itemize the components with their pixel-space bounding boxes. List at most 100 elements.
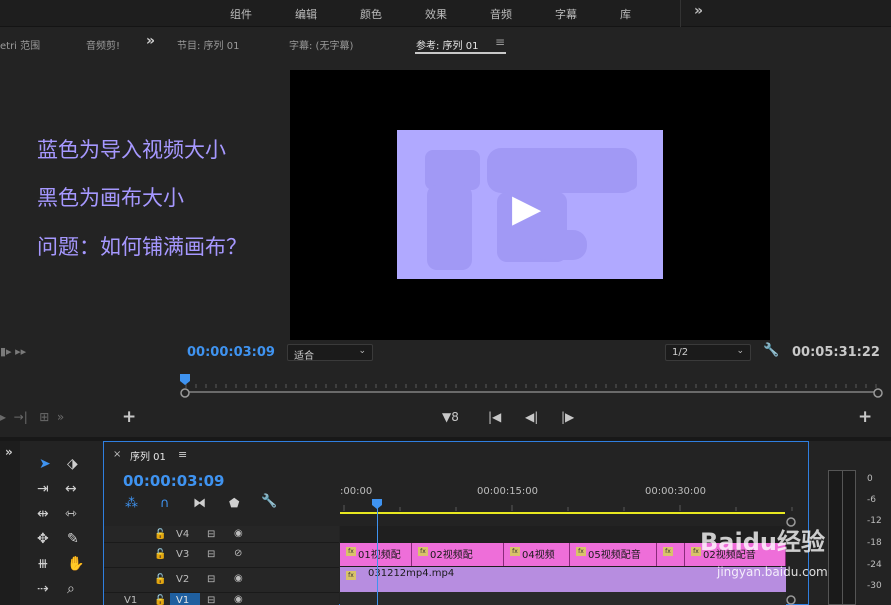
meter-label-0: 0: [867, 474, 873, 484]
meter-label-18: -18: [867, 538, 882, 548]
timeline-playhead[interactable]: [377, 507, 378, 605]
track-divider: [104, 567, 339, 568]
clip-v3-02[interactable]: fx 02视频配: [412, 543, 504, 566]
meter-label-6: -6: [867, 495, 876, 505]
note-blue-import-size: 蓝色为导入视频大小: [37, 138, 226, 162]
note-black-canvas-size: 黑色为画布大小: [37, 186, 184, 210]
chevron-down-icon: ⌄: [358, 346, 366, 356]
eye-icon[interactable]: ◉: [234, 594, 243, 605]
chevron-down-icon: ⌄: [736, 346, 744, 356]
workspace-effects[interactable]: 效果: [425, 6, 447, 22]
rate-stretch-tool-icon[interactable]: ↔: [65, 481, 77, 497]
tools-panel: ➤ ⬗ ⇥ ↔ ⇹ ⇿ ✥ ✎ ⧻ ✋ ⇢ ⌕: [22, 443, 102, 605]
watermark-url: jingyan.baidu.com: [717, 565, 828, 579]
track-name-v4[interactable]: V4: [176, 529, 189, 540]
ruler-label-15: 00:00:15:00: [477, 486, 539, 497]
sync-lock-icon[interactable]: ⊟: [207, 529, 215, 540]
track-headers: [104, 526, 339, 605]
tab-overflow-button[interactable]: »: [146, 33, 155, 49]
selection-tool-icon[interactable]: ➤: [39, 456, 51, 472]
ruler-label-0: :00:00: [340, 486, 373, 497]
track-v1-empty[interactable]: [340, 592, 786, 605]
ripple-edit-tool-icon[interactable]: ⇥: [37, 481, 49, 497]
workspace-libraries[interactable]: 库: [620, 6, 631, 22]
clip-v3-short[interactable]: fx: [657, 543, 685, 566]
tab-menu-icon[interactable]: ≡: [495, 35, 505, 49]
source-track-v1[interactable]: V1: [124, 595, 137, 605]
go-to-in-icon[interactable]: |◀: [488, 410, 501, 424]
monitor-mini-ruler[interactable]: [178, 372, 888, 400]
hand-tool-icon[interactable]: ✋: [67, 556, 84, 572]
clip-v3-05[interactable]: fx 05视频配音: [570, 543, 657, 566]
sync-lock-icon[interactable]: ⊟: [207, 595, 215, 605]
pen-tool-icon[interactable]: ✎: [67, 531, 79, 547]
sync-lock-icon[interactable]: ⊟: [207, 574, 215, 585]
workspace-assembly[interactable]: 组件: [230, 6, 252, 22]
add-button-left[interactable]: +: [122, 407, 136, 427]
marker-icon[interactable]: ▼8: [442, 410, 459, 424]
tab-reference-monitor[interactable]: 参考: 序列 01: [416, 37, 478, 52]
zoom-tool-icon[interactable]: ⌕: [67, 581, 75, 597]
left-panel-expand-button[interactable]: »: [5, 445, 13, 459]
linked-selection-icon[interactable]: ⧓: [193, 496, 206, 511]
track-name-v2[interactable]: V2: [176, 574, 189, 585]
tab-audio-clip-mixer[interactable]: 音频剪!: [86, 37, 120, 52]
track-name-v1[interactable]: V1: [170, 593, 200, 605]
note-question-fill-canvas: 问题：如何铺满画布？: [37, 235, 247, 259]
meter-label-12: -12: [867, 516, 882, 526]
track-name-v3[interactable]: V3: [176, 549, 189, 560]
mark-controls-icons: ▮▸ ▸▸: [0, 345, 27, 358]
workspace-bar: 组件 编辑 颜色 效果 音频 字幕 库 »: [0, 0, 891, 27]
tab-program-monitor[interactable]: 节目: 序列 01: [177, 37, 239, 52]
workspace-audio[interactable]: 音频: [490, 6, 512, 22]
watermark-logo: Baidu经验: [700, 528, 825, 556]
sync-lock-icon[interactable]: ⊟: [207, 549, 215, 560]
lock-icon[interactable]: 🔓: [154, 529, 166, 540]
audio-meter-bars: [828, 470, 856, 605]
tab-lumetri-scopes[interactable]: etri 范围: [0, 37, 40, 52]
eye-icon[interactable]: ◉: [234, 573, 243, 584]
ruler-label-30: 00:00:30:00: [645, 486, 707, 497]
slide-tool-icon[interactable]: ✥: [37, 531, 49, 547]
left-collapsed-panel: »: [0, 441, 20, 605]
add-marker-icon[interactable]: ⬟: [229, 496, 239, 510]
eye-hidden-icon[interactable]: ⊘: [234, 548, 242, 559]
lock-icon[interactable]: 🔓: [154, 595, 166, 605]
resolution-dropdown[interactable]: 1/2 ⌄: [665, 344, 751, 361]
meter-label-30: -30: [867, 581, 882, 591]
fit-dropdown[interactable]: 适合 ⌄: [287, 344, 373, 362]
wrench-icon[interactable]: 🔧: [763, 343, 779, 358]
workspace-captions[interactable]: 字幕: [555, 6, 577, 22]
workspace-editing[interactable]: 编辑: [295, 6, 317, 22]
fit-dropdown-value: 适合: [294, 351, 314, 362]
razor-tool-icon[interactable]: ⇹: [37, 506, 49, 522]
program-current-timecode[interactable]: 00:00:03:09: [187, 345, 275, 360]
track-select-tool-icon[interactable]: ⬗: [67, 456, 78, 472]
lock-icon[interactable]: 🔓: [154, 574, 166, 585]
step-back-icon[interactable]: ◀|: [525, 410, 538, 424]
add-button-right[interactable]: +: [858, 407, 872, 427]
lock-icon[interactable]: 🔓: [154, 549, 166, 560]
step-forward-icon[interactable]: |▶: [561, 410, 574, 424]
timeline-current-timecode[interactable]: 00:00:03:09: [123, 472, 225, 490]
active-tab-underline: [415, 52, 506, 54]
timeline-close-button[interactable]: ×: [113, 449, 121, 460]
track-divider: [104, 542, 339, 543]
zoom-move-tool-icon[interactable]: ⇢: [37, 581, 49, 597]
workspace-color[interactable]: 颜色: [360, 6, 382, 22]
play-icon[interactable]: ▶: [512, 186, 541, 230]
snap-magnet-icon[interactable]: ∩: [160, 496, 170, 511]
resolution-dropdown-value: 1/2: [672, 347, 689, 358]
eye-icon[interactable]: ◉: [234, 528, 243, 539]
timeline-menu-icon[interactable]: ≡: [178, 448, 187, 461]
rolling-edit-tool-icon[interactable]: ⧻: [37, 556, 49, 572]
snap-nested-icon[interactable]: ⁂: [125, 496, 138, 511]
clip-v3-01[interactable]: fx 01视频配: [340, 543, 412, 566]
slip-tool-icon[interactable]: ⇿: [65, 506, 77, 522]
clip-v3-04[interactable]: fx 04视频: [504, 543, 570, 566]
timeline-ruler[interactable]: [340, 497, 800, 517]
workspace-more-button[interactable]: »: [694, 3, 703, 19]
timeline-sequence-tab[interactable]: 序列 01: [130, 448, 166, 463]
timeline-settings-wrench-icon[interactable]: 🔧: [261, 494, 277, 509]
tab-captions[interactable]: 字幕: (无字幕): [289, 37, 353, 52]
